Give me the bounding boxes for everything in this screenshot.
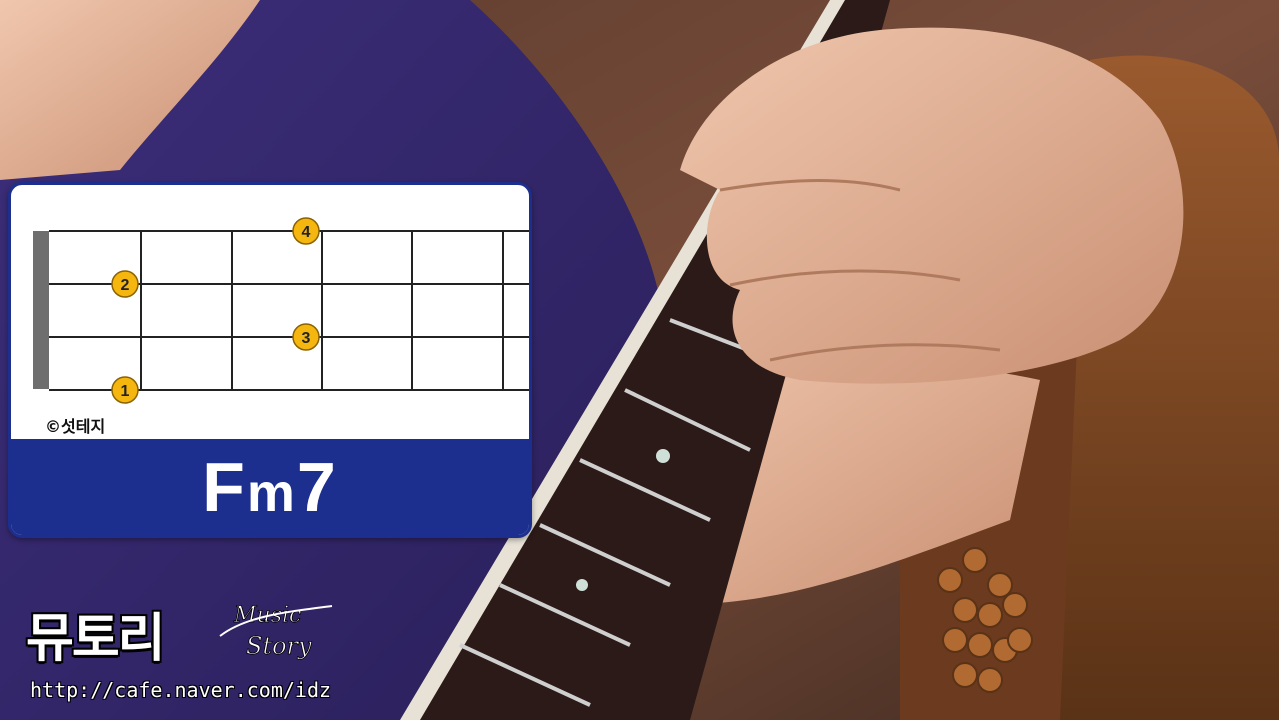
chord-diagram: 1 2 3 4 — [33, 217, 529, 404]
channel-watermark: 뮤토리 Music Story http://cafe.naver.com/id… — [22, 596, 342, 706]
chord-root: F — [202, 448, 247, 526]
chord-name-banner: Fm7 — [11, 439, 529, 535]
chord-quality: m — [246, 463, 297, 523]
finger-dot-1: 1 — [111, 376, 139, 404]
watermark-url: http://cafe.naver.com/idz — [30, 678, 332, 702]
finger-label: 1 — [121, 383, 130, 400]
logo-word-story: Story — [246, 632, 312, 660]
chord-name: Fm7 — [202, 447, 338, 527]
finger-dot-3: 3 — [292, 323, 320, 351]
nut — [33, 231, 49, 389]
watermark-title: 뮤토리 — [26, 609, 166, 669]
copyright-text: ©섯테지 — [45, 417, 106, 436]
finger-dot-2: 2 — [111, 270, 139, 298]
music-story-logo: Music Story — [219, 603, 333, 660]
finger-label: 2 — [121, 277, 130, 294]
chord-extension: 7 — [296, 448, 338, 526]
finger-label: 4 — [302, 224, 311, 241]
chord-card: 1 2 3 4 ©섯테지 Fm7 — [8, 182, 532, 538]
finger-label: 3 — [302, 330, 311, 347]
finger-dot-4: 4 — [292, 217, 320, 245]
